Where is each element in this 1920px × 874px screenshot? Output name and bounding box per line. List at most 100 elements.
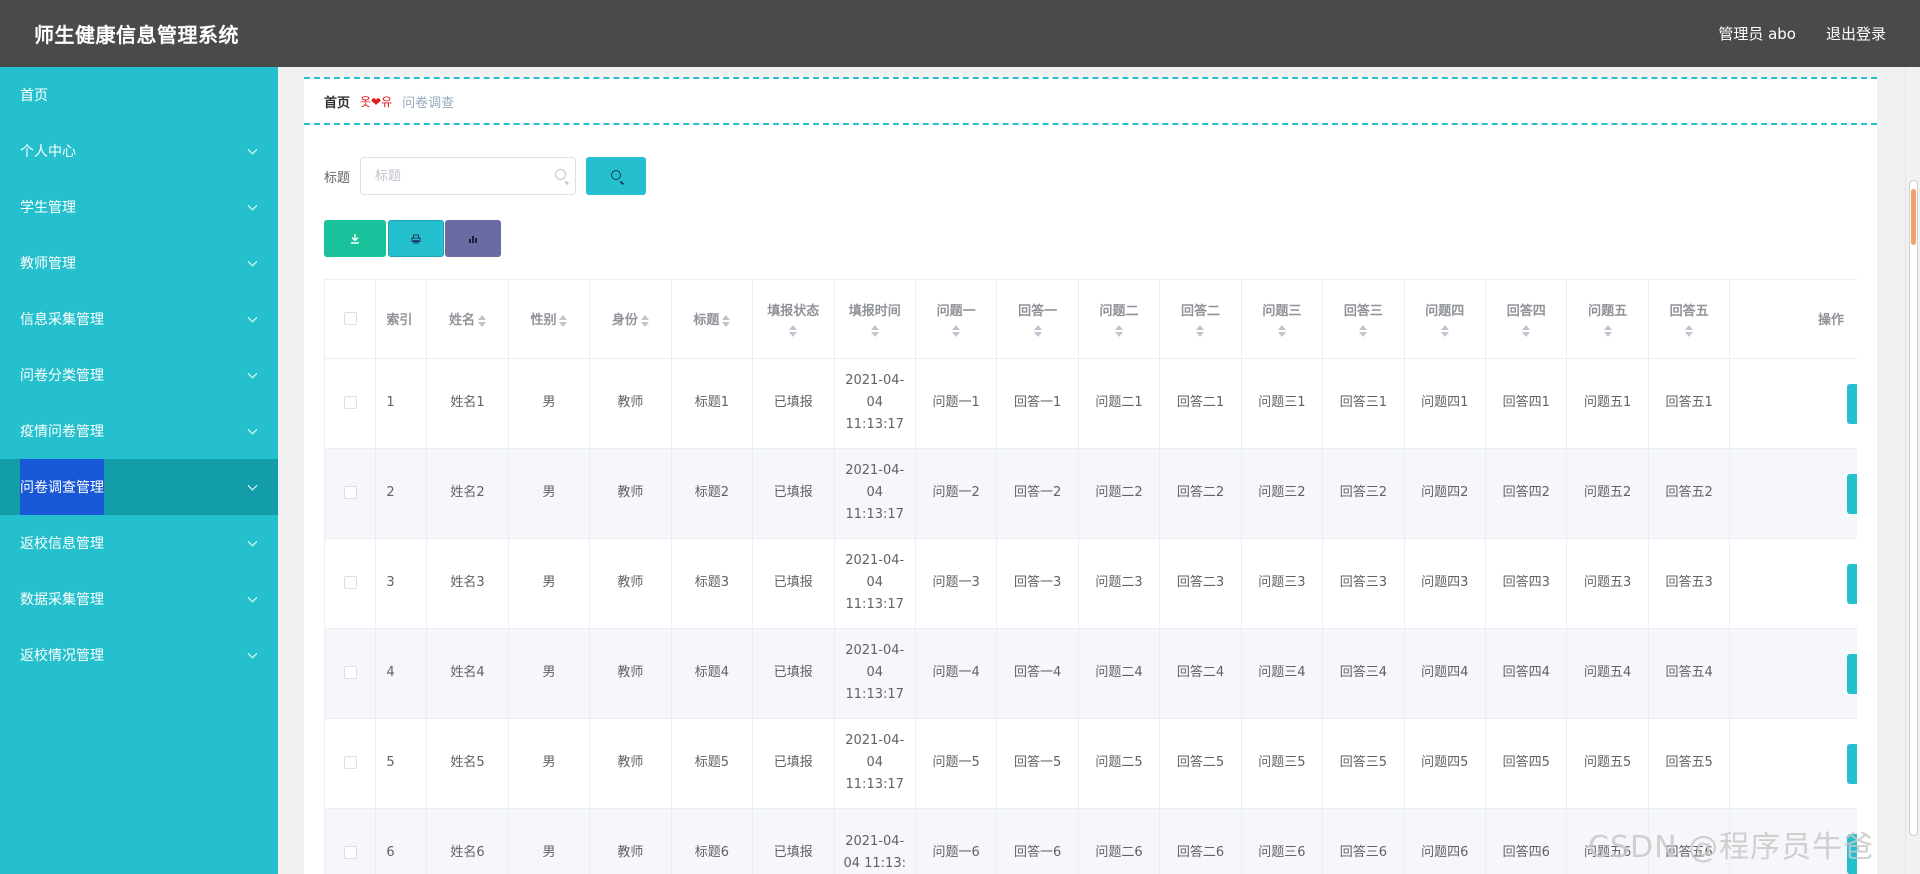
column-header-10[interactable]: 回答二 — [1159, 280, 1242, 359]
sidebar-item-3[interactable]: 教师管理 — [0, 235, 278, 291]
sort-icon[interactable] — [1115, 325, 1124, 338]
breadcrumb: 首页 옷❤유 问卷调查 — [304, 77, 1877, 125]
cell-a3: 回答三6 — [1322, 808, 1405, 874]
sidebar-item-8[interactable]: 返校信息管理 — [0, 515, 278, 571]
sort-icon[interactable] — [1685, 325, 1694, 338]
sidebar-item-5[interactable]: 问卷分类管理 — [0, 347, 278, 403]
print-button[interactable] — [388, 220, 444, 257]
print-icon — [411, 234, 421, 243]
column-header-9[interactable]: 问题二 — [1078, 280, 1161, 359]
table-row[interactable]: 5 姓名5 男教师 标题5 已填报 2021-04-04 11:13:17 问题一5 回答一5… — [325, 718, 1857, 809]
view-details-button[interactable]: 详情 — [1847, 653, 1857, 694]
sort-icon[interactable] — [640, 314, 649, 327]
table-row[interactable]: 2 姓名2 男教师 标题2 已填报 2021-04-04 11:13:17 问题一2 回答一2… — [325, 448, 1857, 539]
column-header-4[interactable]: 标题 — [671, 280, 754, 359]
cell-q5: 问题五4 — [1566, 628, 1649, 719]
sort-icon[interactable] — [1440, 325, 1449, 338]
sort-icon[interactable] — [1277, 325, 1286, 338]
cell-actions: 详情 — [1729, 448, 1857, 539]
chevron-down-icon — [247, 536, 258, 547]
title-search-input[interactable] — [360, 157, 577, 195]
cell-role: 教师 — [589, 808, 672, 874]
sort-icon[interactable] — [559, 314, 568, 327]
sidebar-item-10[interactable]: 返校情况管理 — [0, 627, 278, 683]
cell-role: 教师 — [589, 538, 672, 629]
cell-time: 2021-04-04 11:13:17 — [834, 358, 916, 449]
column-header-12[interactable]: 回答三 — [1322, 280, 1405, 359]
column-header-2[interactable]: 性别 — [508, 280, 591, 359]
column-header-14[interactable]: 回答四 — [1485, 280, 1568, 359]
cell-gender: 男 — [508, 538, 591, 629]
select-all-checkbox[interactable] — [343, 312, 357, 326]
row-checkbox[interactable] — [343, 486, 357, 499]
column-header-13[interactable]: 问题四 — [1404, 280, 1487, 359]
cell-q2: 问题二1 — [1078, 358, 1161, 449]
sidebar-item-1[interactable]: 个人中心 — [0, 123, 278, 179]
table-row[interactable]: 3 姓名3 男教师 标题3 已填报 2021-04-04 11:13:17 问题一3 回答一3… — [325, 538, 1857, 629]
sort-icon[interactable] — [952, 325, 961, 338]
sidebar-item-4[interactable]: 信息采集管理 — [0, 291, 278, 347]
page-scrollbar[interactable] — [1905, 67, 1920, 874]
row-checkbox[interactable] — [343, 846, 357, 859]
cell-a2: 回答二3 — [1159, 538, 1242, 629]
export-button[interactable] — [324, 220, 386, 257]
row-checkbox[interactable] — [343, 666, 357, 679]
sidebar-item-label: 学生管理 — [20, 200, 76, 216]
sidebar-item-6[interactable]: 疫情问卷管理 — [0, 403, 278, 459]
column-header-label: 问题二 — [1099, 304, 1139, 320]
view-details-button[interactable]: 详情 — [1847, 473, 1857, 514]
column-header-8[interactable]: 回答一 — [996, 280, 1079, 359]
row-checkbox[interactable] — [343, 396, 357, 409]
scrollbar-thumb-handle[interactable] — [1911, 189, 1916, 245]
column-header-15[interactable]: 问题五 — [1566, 280, 1649, 359]
row-checkbox[interactable] — [343, 756, 357, 769]
cell-q3: 问题三1 — [1241, 358, 1324, 449]
search-button[interactable] — [586, 157, 647, 195]
cell-time: 2021-04-04 11:13:17 — [834, 448, 916, 539]
logout-button[interactable]: 退出登录 — [1826, 23, 1886, 44]
cell-a3: 回答三4 — [1322, 628, 1405, 719]
sidebar-item-9[interactable]: 数据采集管理 — [0, 571, 278, 627]
column-header-6[interactable]: 填报时间 — [834, 280, 916, 359]
column-header-1[interactable]: 姓名 — [426, 280, 509, 359]
sort-icon[interactable] — [789, 325, 798, 338]
column-header-5[interactable]: 填报状态 — [752, 280, 835, 359]
cell-actions: 详情 — [1729, 538, 1857, 629]
chart-button[interactable] — [445, 220, 501, 257]
column-header-16[interactable]: 回答五 — [1648, 280, 1731, 359]
cell-q1: 问题一2 — [915, 448, 998, 539]
sort-icon[interactable] — [1033, 325, 1042, 338]
breadcrumb-separator: 옷❤유 — [360, 94, 393, 109]
sort-icon[interactable] — [1603, 325, 1612, 338]
cell-a4: 回答四6 — [1485, 808, 1568, 874]
sidebar-item-7[interactable]: 问卷调查管理 — [0, 459, 278, 515]
breadcrumb-home[interactable]: 首页 — [324, 92, 350, 111]
cell-q1: 问题一3 — [915, 538, 998, 629]
sort-icon[interactable] — [1522, 325, 1531, 338]
column-header-17[interactable]: 操作 — [1729, 280, 1857, 359]
view-details-button[interactable]: 详情 — [1847, 563, 1857, 604]
sidebar-item-0[interactable]: 首页 — [0, 67, 278, 123]
column-header-label: 问题一 — [936, 304, 976, 320]
column-header-11[interactable]: 问题三 — [1241, 280, 1324, 359]
sort-icon[interactable] — [478, 314, 487, 327]
sort-icon[interactable] — [1359, 325, 1368, 338]
cell-q2: 问题二3 — [1078, 538, 1161, 629]
sort-icon[interactable] — [1196, 325, 1205, 338]
cell-status: 已填报 — [752, 718, 835, 809]
row-select-cell — [325, 808, 377, 874]
cell-title: 标题2 — [671, 448, 754, 539]
current-user[interactable]: 管理员 abo — [1718, 23, 1796, 44]
column-header-7[interactable]: 问题一 — [915, 280, 998, 359]
column-header-3[interactable]: 身份 — [589, 280, 672, 359]
sort-icon[interactable] — [870, 325, 879, 338]
view-details-button[interactable]: 详情 — [1847, 383, 1857, 424]
sidebar-item-2[interactable]: 学生管理 — [0, 179, 278, 235]
scrollbar-thumb[interactable] — [1909, 180, 1918, 836]
sort-icon[interactable] — [722, 314, 731, 327]
view-details-button[interactable]: 详情 — [1847, 743, 1857, 784]
table-row[interactable]: 4 姓名4 男教师 标题4 已填报 2021-04-04 11:13:17 问题一4 回答一4… — [325, 628, 1857, 719]
cell-a5: 回答五3 — [1648, 538, 1731, 629]
table-row[interactable]: 1 姓名1 男教师 标题1 已填报 2021-04-04 11:13:17 问题一1 回答一1… — [325, 358, 1857, 449]
row-checkbox[interactable] — [343, 576, 357, 589]
